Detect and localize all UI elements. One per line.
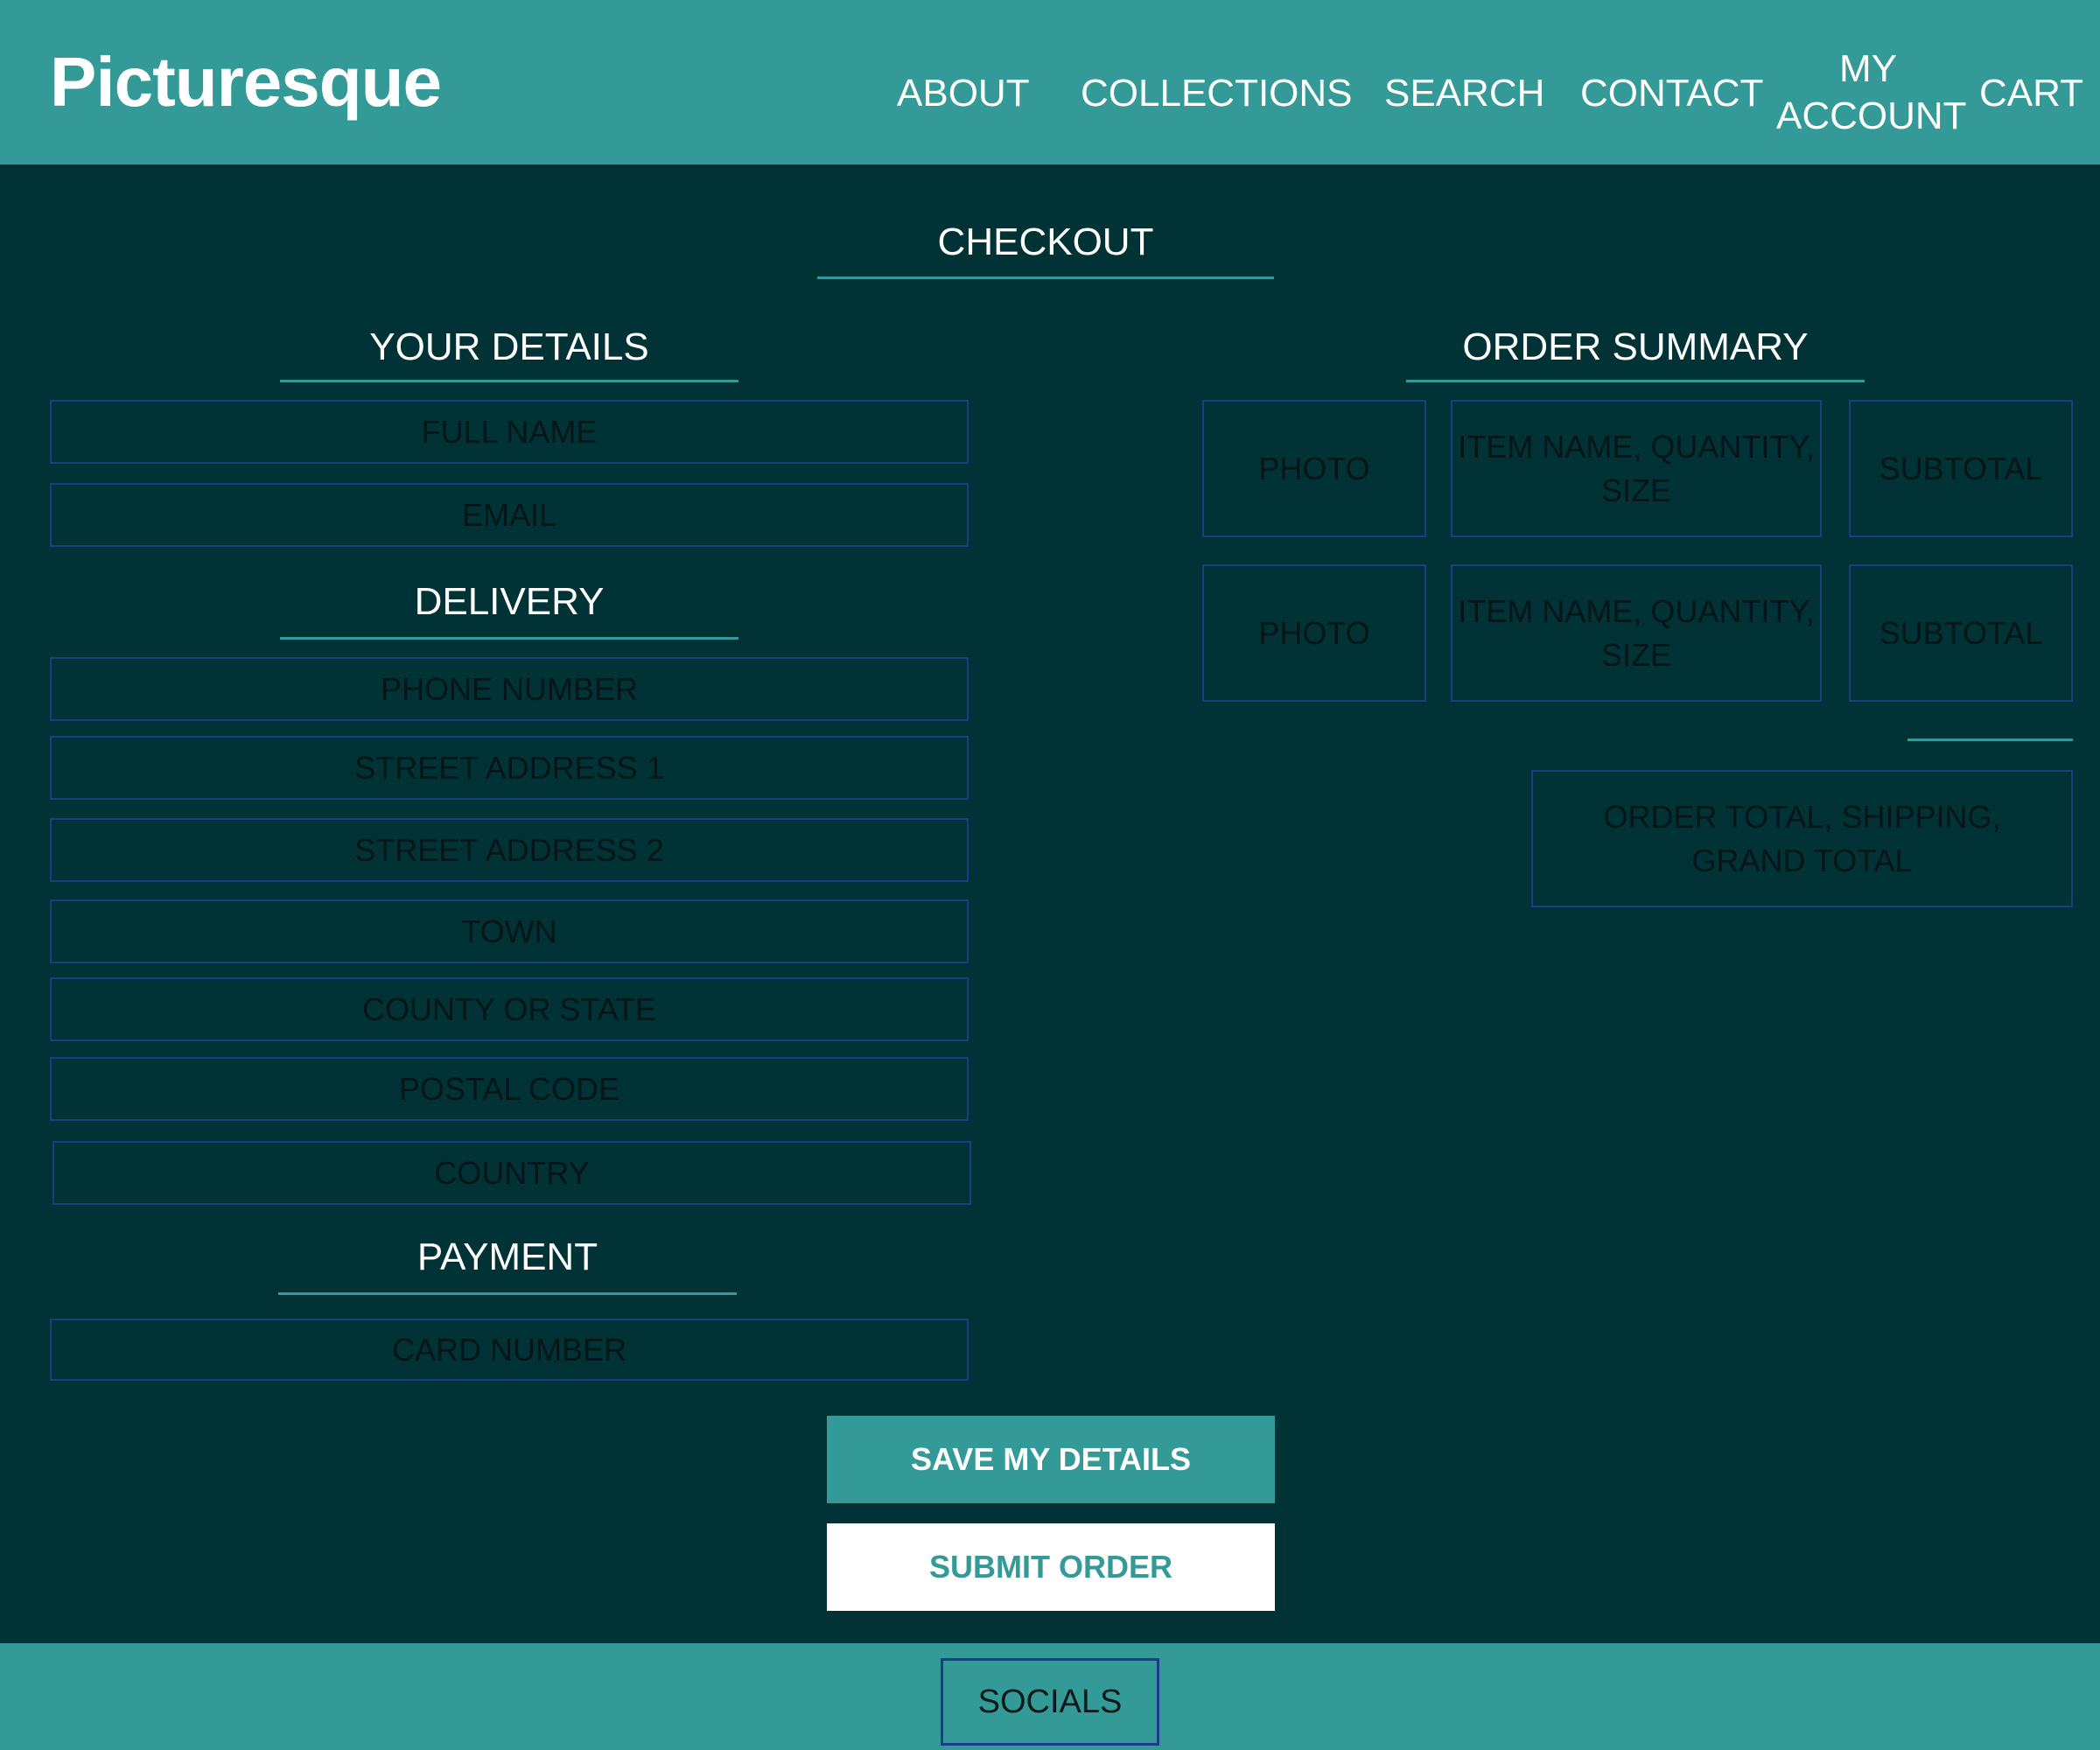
street-address-1-field[interactable]: STREET ADDRESS 1 xyxy=(50,736,969,800)
nav-my-account-line2: ACCOUNT xyxy=(1776,94,1967,137)
nav-collections[interactable]: COLLECTIONS xyxy=(1081,70,1353,117)
country-field[interactable]: COUNTRY xyxy=(52,1141,971,1205)
page-title: CHECKOUT xyxy=(937,220,1154,263)
card-number-field[interactable]: CARD NUMBER xyxy=(50,1319,969,1381)
nav-about[interactable]: ABOUT xyxy=(897,70,1030,117)
nav-my-account-line1: MY xyxy=(1839,47,1897,90)
town-field[interactable]: TOWN xyxy=(50,900,969,963)
order-item-details: ITEM NAME, QUANTITY, SIZE xyxy=(1451,564,1822,702)
submit-order-button[interactable]: SUBMIT ORDER xyxy=(827,1523,1275,1611)
site-logo[interactable]: Picturesque xyxy=(50,42,442,122)
county-state-field[interactable]: COUNTY OR STATE xyxy=(50,977,969,1041)
order-item-subtotal: SUBTOTAL xyxy=(1849,564,2073,702)
order-summary-underline xyxy=(1406,380,1865,382)
order-totals-box: ORDER TOTAL, SHIPPING, GRAND TOTAL xyxy=(1531,770,2073,907)
order-item-photo: PHOTO xyxy=(1202,564,1426,702)
order-item-subtotal: SUBTOTAL xyxy=(1849,400,2073,537)
order-summary-title: ORDER SUMMARY xyxy=(1462,326,1809,368)
full-name-field[interactable]: FULL NAME xyxy=(50,400,969,464)
totals-divider xyxy=(1908,738,2073,741)
socials-button[interactable]: SOCIALS xyxy=(941,1658,1159,1746)
email-field[interactable]: EMAIL xyxy=(50,483,969,547)
nav-cart[interactable]: CART xyxy=(1979,70,2083,117)
save-my-details-button[interactable]: SAVE MY DETAILS xyxy=(827,1416,1275,1503)
nav-contact[interactable]: CONTACT xyxy=(1580,70,1763,117)
nav-search[interactable]: SEARCH xyxy=(1384,70,1544,117)
postal-code-field[interactable]: POSTAL CODE xyxy=(50,1057,969,1121)
delivery-title: DELIVERY xyxy=(414,580,605,623)
nav-my-account[interactable]: MY ACCOUNT xyxy=(1776,46,1967,140)
payment-title: PAYMENT xyxy=(416,1236,598,1278)
street-address-2-field[interactable]: STREET ADDRESS 2 xyxy=(50,818,969,882)
delivery-underline xyxy=(280,637,738,640)
order-item-details: ITEM NAME, QUANTITY, SIZE xyxy=(1451,400,1822,537)
phone-number-field[interactable]: PHONE NUMBER xyxy=(50,657,969,721)
payment-underline xyxy=(278,1292,737,1295)
order-item-photo: PHOTO xyxy=(1202,400,1426,537)
your-details-title: YOUR DETAILS xyxy=(369,326,649,368)
your-details-underline xyxy=(280,380,738,382)
page-title-underline xyxy=(817,276,1274,279)
